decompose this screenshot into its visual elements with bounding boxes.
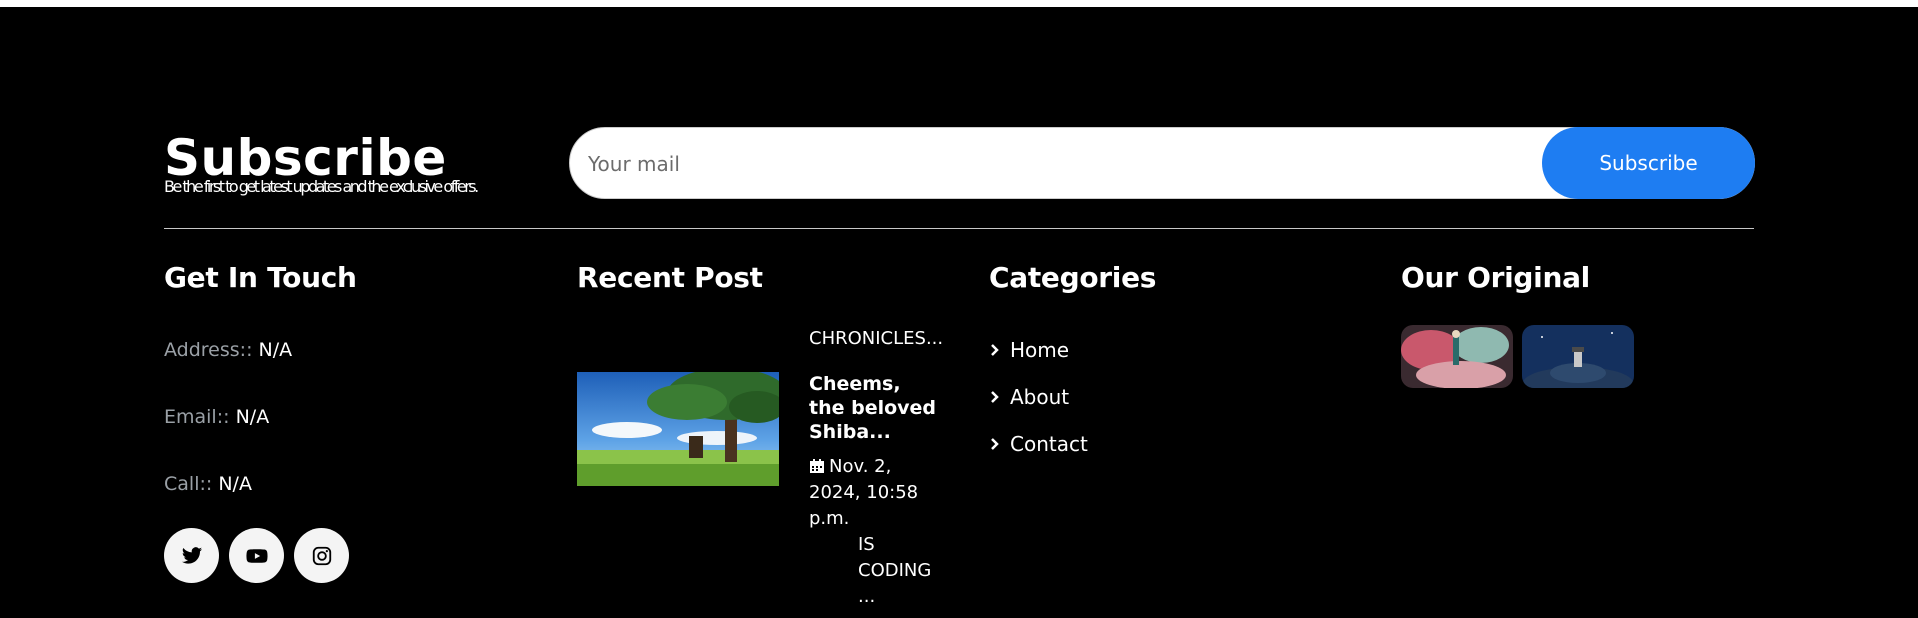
instagram-icon	[312, 546, 331, 565]
post-thumbnail-image	[577, 372, 779, 486]
original-thumbnail	[1401, 325, 1513, 388]
top-border	[0, 0, 1918, 7]
post-title-link[interactable]: Cheems, the beloved Shiba...	[809, 372, 939, 444]
email-input[interactable]	[586, 128, 1590, 200]
email-label: Email::	[164, 406, 230, 428]
recent-post-title: Recent Post	[577, 261, 763, 294]
twitter-icon	[181, 546, 202, 564]
category-label: Contact	[1010, 432, 1088, 456]
category-label: Home	[1010, 338, 1070, 362]
calendar-icon	[810, 459, 824, 473]
category-link-home[interactable]: Home	[989, 337, 1069, 363]
address-info: Address:: N/A	[164, 338, 292, 362]
youtube-icon	[245, 548, 268, 563]
category-link-contact[interactable]: Contact	[989, 431, 1088, 457]
categories-title: Categories	[989, 261, 1157, 294]
chevron-right-icon	[991, 438, 999, 450]
twitter-link[interactable]	[164, 528, 219, 583]
email-value: N/A	[235, 406, 270, 428]
email-info: Email:: N/A	[164, 405, 269, 429]
youtube-link[interactable]	[229, 528, 284, 583]
subscribe-form: Subscribe	[569, 127, 1755, 200]
original-image-2[interactable]	[1522, 325, 1634, 388]
call-value: N/A	[218, 473, 252, 495]
category-link-about[interactable]: About	[989, 384, 1069, 410]
post-category[interactable]: CHRONICLES...	[809, 328, 943, 350]
address-label: Address::	[164, 339, 253, 361]
chevron-right-icon	[991, 344, 999, 356]
original-title: Our Original	[1401, 261, 1590, 294]
post-tag[interactable]: IS CODING ...	[858, 532, 948, 610]
call-label: Call::	[164, 473, 213, 495]
chevron-right-icon	[991, 391, 999, 403]
post-date: Nov. 2, 2024, 10:58 p.m.	[809, 454, 929, 532]
subscribe-button[interactable]: Subscribe	[1542, 127, 1755, 199]
contact-title: Get In Touch	[164, 261, 357, 294]
call-info: Call:: N/A	[164, 472, 252, 496]
post-thumbnail[interactable]	[577, 372, 779, 486]
category-label: About	[1010, 385, 1070, 409]
address-value: N/A	[258, 339, 293, 361]
post-date-text: Nov. 2, 2024, 10:58 p.m.	[809, 456, 919, 529]
divider	[164, 228, 1754, 229]
original-image-1[interactable]	[1401, 325, 1513, 388]
instagram-link[interactable]	[294, 528, 349, 583]
original-thumbnail	[1522, 325, 1634, 388]
subscribe-text: Be the first to get latest updates and t…	[164, 177, 479, 196]
